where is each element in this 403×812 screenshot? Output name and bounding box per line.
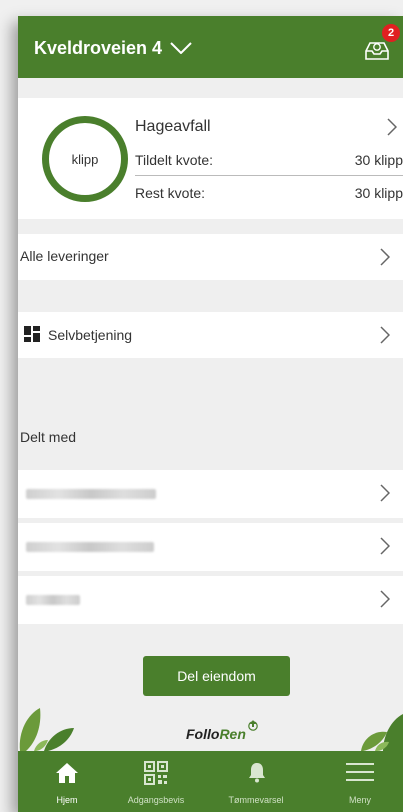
nav-label-pickup-alert: Tømmevarsel <box>228 795 284 805</box>
bell-icon <box>249 763 265 783</box>
quota-card[interactable]: klipp Hageavfall Tildelt kvote: 30 klipp… <box>18 98 403 219</box>
quota-title: Hageavfall <box>135 118 211 135</box>
inbox-tray-icon[interactable] <box>364 38 390 62</box>
all-deliveries-label: Alle leveringer <box>20 248 109 264</box>
header-bar: Kveldroveien 4 2 <box>18 16 403 78</box>
follo-ren-logo: FolloRen <box>186 720 258 742</box>
redacted-name <box>26 542 154 552</box>
redacted-name <box>26 489 156 499</box>
chevron-right-icon <box>380 484 390 502</box>
logo-text-follo: Follo <box>186 726 220 742</box>
self-service-item[interactable]: Selvbetjening <box>18 312 403 358</box>
nav-label-menu: Meny <box>348 795 371 805</box>
home-icon <box>56 763 78 783</box>
leaf-decoration-left <box>19 708 74 751</box>
nav-tab-pickup-alert[interactable]: Tømmevarsel <box>211 751 301 812</box>
all-deliveries-item[interactable]: Alle leveringer <box>18 234 403 280</box>
shared-user-item[interactable] <box>18 576 403 624</box>
chevron-right-icon <box>380 326 390 344</box>
allotted-quota-row: Tildelt kvote: 30 klipp <box>135 152 403 168</box>
nav-label-access-card: Adgangsbevis <box>127 795 185 805</box>
shared-user-item[interactable] <box>18 523 403 571</box>
allotted-quota-value: 30 klipp <box>354 152 403 168</box>
allotted-quota-label: Tildelt kvote: <box>135 152 214 168</box>
quota-ring-label: klipp <box>71 151 99 167</box>
quota-divider <box>135 175 403 176</box>
property-selector[interactable]: Kveldroveien 4 <box>34 38 162 59</box>
shared-with-heading: Delt med <box>20 429 77 445</box>
recycle-icon <box>248 720 258 731</box>
nav-tab-access-card[interactable]: Adgangsbevis <box>111 751 201 812</box>
nav-label-home: Hjem <box>56 795 78 805</box>
leaf-decoration-right <box>361 714 403 751</box>
remaining-quota-row: Rest kvote: 30 klipp <box>135 185 403 201</box>
menu-icon <box>346 763 374 781</box>
chevron-right-icon <box>380 590 390 608</box>
quota-ring: klipp <box>42 116 128 202</box>
nav-tab-menu[interactable]: Meny <box>315 751 403 812</box>
notification-badge: 2 <box>382 24 400 42</box>
bottom-navigation: Hjem Adgangsbevis Tømmevarsel Meny <box>18 751 403 812</box>
chevron-right-icon <box>380 537 390 555</box>
self-service-label: Selvbetjening <box>48 327 133 343</box>
remaining-quota-value: 30 klipp <box>354 185 403 201</box>
nav-tab-home[interactable]: Hjem <box>22 751 112 812</box>
redacted-name <box>26 595 80 605</box>
remaining-quota-label: Rest kvote: <box>135 185 206 201</box>
chevron-down-icon[interactable] <box>170 42 192 54</box>
logo-text-ren: Ren <box>219 726 246 742</box>
qr-code-icon <box>144 761 168 785</box>
share-property-button[interactable]: Del eiendom <box>143 656 290 696</box>
dashboard-grid-icon <box>24 326 40 342</box>
chevron-right-icon[interactable] <box>387 118 397 136</box>
chevron-right-icon <box>380 248 390 266</box>
shared-user-item[interactable] <box>18 470 403 518</box>
app-screen: Kveldroveien 4 2 klipp Hageavfall Tildel… <box>18 16 403 812</box>
